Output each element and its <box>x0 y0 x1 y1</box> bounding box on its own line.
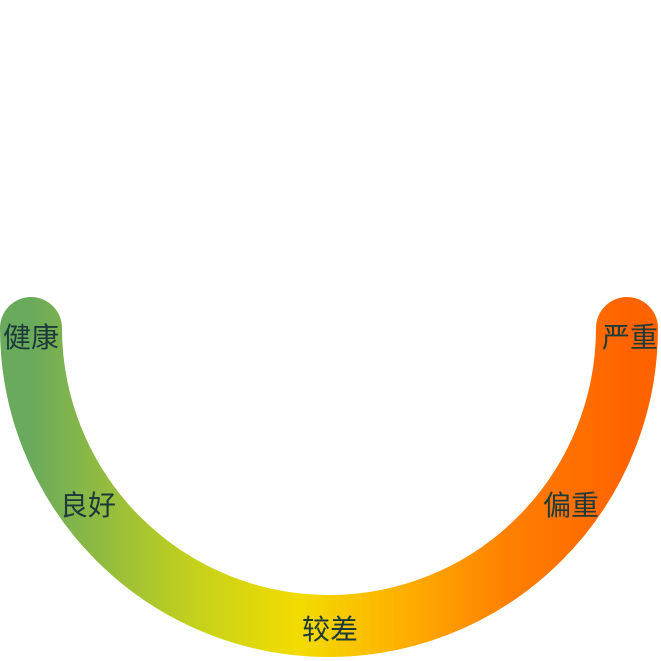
gauge-container: 健康 良好 较差 偏重 严重 <box>0 0 661 661</box>
label-good: 良好 <box>59 489 117 522</box>
label-poor: 较差 <box>301 613 359 646</box>
label-healthy: 健康 <box>2 321 60 354</box>
label-severe: 严重 <box>601 321 659 354</box>
gauge-arc <box>0 297 658 657</box>
label-heavy: 偏重 <box>542 489 600 522</box>
gauge-arc-graphic <box>0 297 658 657</box>
